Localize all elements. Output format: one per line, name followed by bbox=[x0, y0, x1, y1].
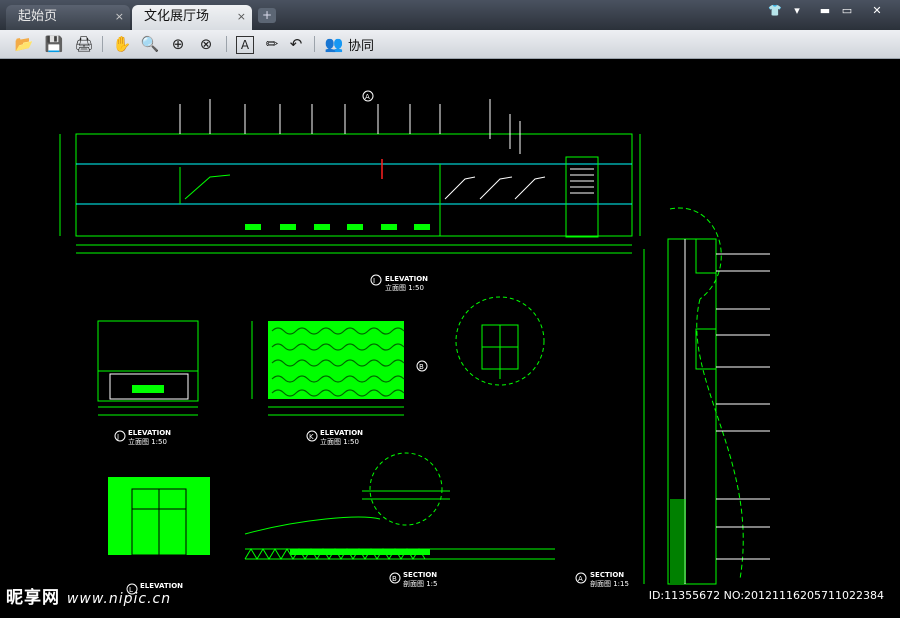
print-icon[interactable]: 🖨 bbox=[74, 34, 94, 54]
floor-light bbox=[280, 224, 296, 230]
floor-light bbox=[414, 224, 430, 230]
zoom-in-icon[interactable]: 🔍 bbox=[140, 34, 160, 54]
close-icon[interactable]: × bbox=[237, 5, 246, 29]
close-icon[interactable]: × bbox=[115, 5, 124, 29]
save-icon[interactable]: 💾 bbox=[44, 34, 64, 54]
menu-icon[interactable]: ▾ bbox=[788, 3, 806, 19]
marker-a-top: A bbox=[365, 93, 370, 101]
skin-icon[interactable]: 👕 bbox=[766, 3, 784, 19]
section-b-en: SECTION bbox=[403, 571, 437, 579]
maximize-icon[interactable]: ▭ bbox=[838, 3, 856, 19]
elevation-i-en: ELEVATION bbox=[385, 275, 428, 283]
marker-a: A bbox=[578, 575, 583, 583]
minimize-icon[interactable]: ▬ bbox=[816, 3, 834, 19]
window-close-icon[interactable]: ✕ bbox=[868, 3, 886, 19]
floor-light bbox=[347, 224, 363, 230]
floor-light bbox=[314, 224, 330, 230]
tab-drawing[interactable]: 文化展厅场景-24... × bbox=[132, 5, 252, 48]
tab-home-label: 起始页 bbox=[18, 9, 58, 24]
elevation-j-cn: 立面图 1:50 bbox=[128, 437, 167, 446]
text-tool-icon[interactable]: A bbox=[236, 36, 254, 54]
zoom-extents-icon[interactable]: ⊗ bbox=[196, 34, 216, 54]
cad-drawing: A I ELEVATION 立面图 1:50 J ELEVATION 立面图 1… bbox=[59, 90, 770, 595]
pan-hand-icon[interactable]: ✋ bbox=[112, 34, 132, 54]
marker-k: K bbox=[309, 433, 314, 441]
toolbar-divider bbox=[102, 36, 103, 52]
new-tab-button[interactable]: + bbox=[258, 8, 276, 23]
main-elevation-frame bbox=[75, 133, 633, 237]
elevation-k-cn: 立面图 1:50 bbox=[320, 437, 359, 446]
section-b-callout bbox=[369, 452, 443, 526]
pencil-icon[interactable]: ✏ bbox=[262, 34, 282, 54]
undo-icon[interactable]: ↶ bbox=[286, 34, 306, 54]
section-b-cn: 剖面图 1:5 bbox=[403, 579, 438, 588]
elevation-j-en: ELEVATION bbox=[128, 429, 171, 437]
toolbar-divider bbox=[226, 36, 227, 52]
collaborate-icon[interactable]: 👥 bbox=[324, 34, 344, 54]
watermark-site: 昵享网 bbox=[6, 588, 60, 608]
tab-home[interactable]: 起始页 × bbox=[6, 5, 130, 30]
elevation-i-cn: 立面图 1:50 bbox=[385, 283, 424, 292]
open-folder-icon[interactable]: 📂 bbox=[14, 34, 34, 54]
floor-light bbox=[381, 224, 397, 230]
marker-b: B bbox=[392, 575, 397, 583]
watermark-id: ID:11355672 NO:20121116205711022384 bbox=[648, 589, 884, 602]
collaborate-button[interactable]: 协同 bbox=[348, 35, 374, 54]
elevation-k-en: ELEVATION bbox=[320, 429, 363, 437]
floor-light bbox=[245, 224, 261, 230]
watermark-url: www.nipic.cn bbox=[66, 591, 172, 607]
watermark-logo: 昵享网 www.nipic.cn bbox=[6, 583, 171, 608]
section-a-en: SECTION bbox=[590, 571, 624, 579]
marker-j: J bbox=[116, 433, 119, 441]
toolbar-divider bbox=[314, 36, 315, 52]
marker-i: I bbox=[373, 277, 375, 285]
marker-b-callout: B bbox=[419, 363, 424, 371]
drawing-canvas[interactable]: A I ELEVATION 立面图 1:50 J ELEVATION 立面图 1… bbox=[0, 59, 900, 614]
section-a-cn: 剖面图 1:15 bbox=[590, 579, 629, 588]
toolbar: 📂 💾 🖨 ✋ 🔍 ⊕ ⊗ A ✏ ↶ 👥 协同 bbox=[0, 30, 900, 59]
zoom-window-icon[interactable]: ⊕ bbox=[168, 34, 188, 54]
tab-bar: 起始页 × 文化展厅场景-24... × + 👕 ▾ ▬ ▭ ✕ bbox=[0, 0, 900, 48]
elevation-k-panel bbox=[268, 321, 404, 399]
